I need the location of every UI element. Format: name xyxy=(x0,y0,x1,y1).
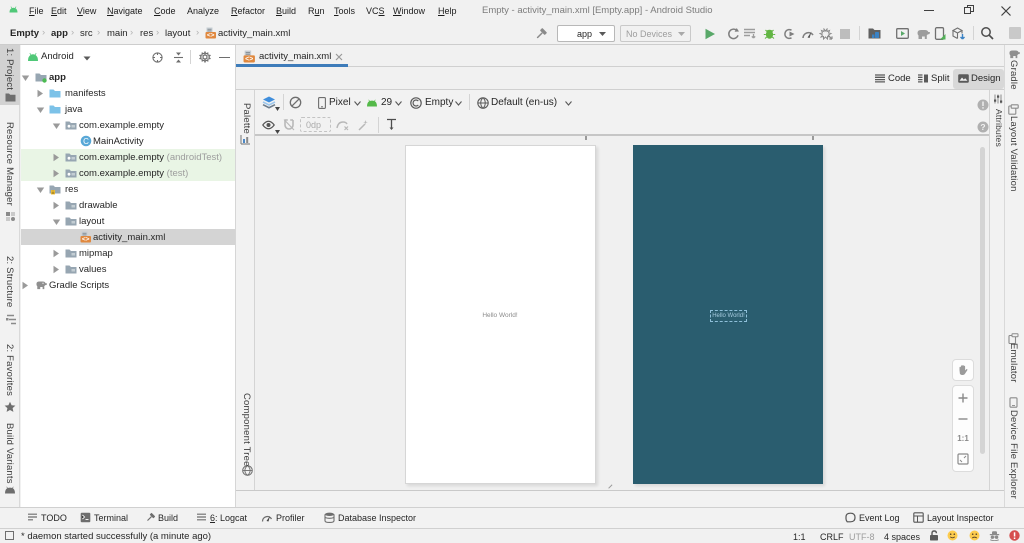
svg-text:<>: <> xyxy=(245,56,253,63)
svg-text:<>: <> xyxy=(82,236,90,243)
svg-text:?: ? xyxy=(980,122,985,132)
svg-text:<>: <> xyxy=(207,32,215,39)
svg-text:C: C xyxy=(83,137,89,146)
